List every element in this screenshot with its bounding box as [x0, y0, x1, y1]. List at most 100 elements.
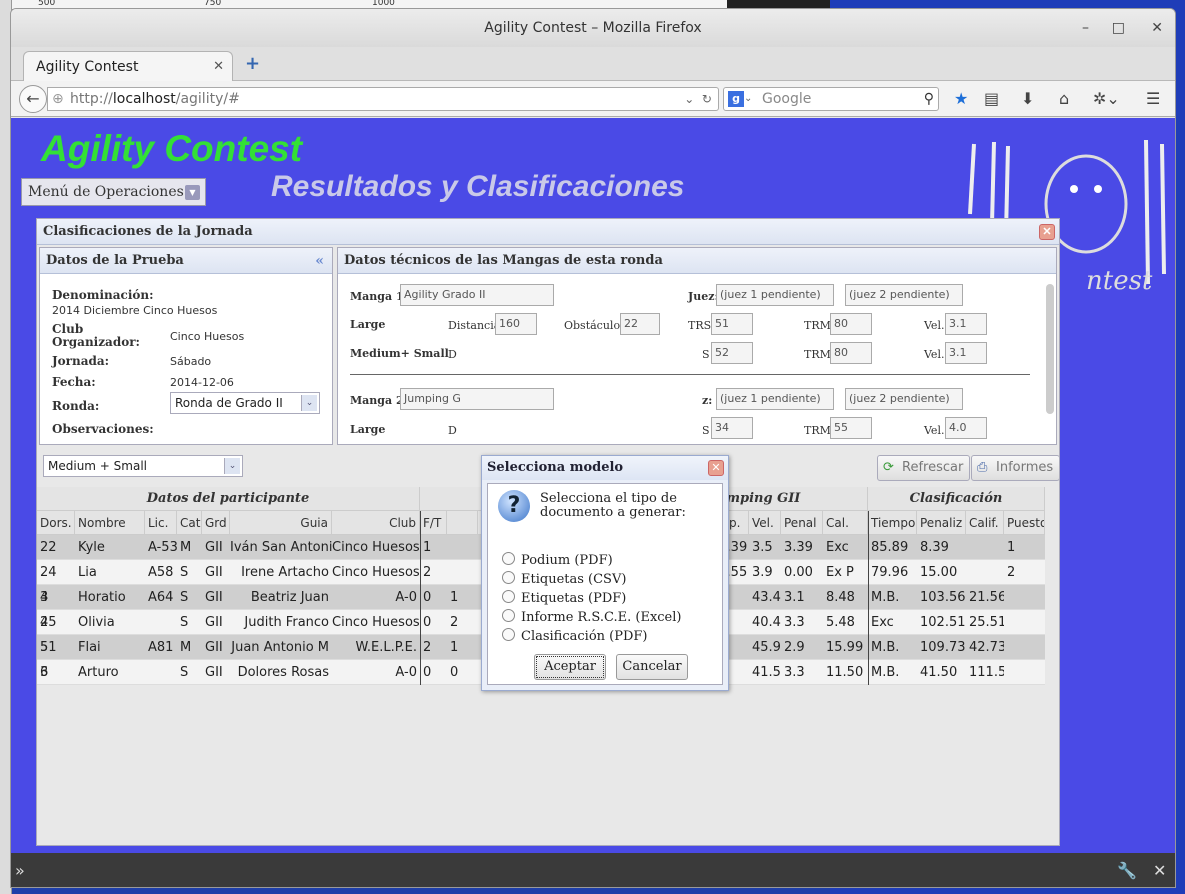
column-header[interactable]: Cat.: [177, 511, 202, 535]
url-path: /agility/#: [175, 91, 240, 107]
search-input[interactable]: g ⌄ Google ⚲: [723, 87, 939, 111]
table-cell: Exc: [826, 540, 849, 555]
trm-field-2[interactable]: 55: [830, 417, 872, 439]
table-cell: A-53: [148, 540, 177, 555]
console-prompt-icon[interactable]: »: [15, 861, 25, 880]
panel-close-icon[interactable]: ✕: [1039, 224, 1055, 240]
column-header[interactable]: Club: [332, 511, 420, 535]
column-header[interactable]: Tiempo: [868, 511, 917, 535]
juez1-field[interactable]: (juez 1 pendiente): [716, 388, 834, 410]
column-header[interactable]: Cal.: [823, 511, 868, 535]
trs-field-2[interactable]: 34: [711, 417, 753, 439]
maximize-button[interactable]: □: [1112, 9, 1125, 47]
table-cell: 6: [40, 665, 49, 680]
table-cell: GII: [205, 665, 223, 680]
bookmark-star-icon[interactable]: ★: [954, 89, 968, 108]
table-cell: [447, 560, 478, 585]
option-etiquetas-pdf[interactable]: Etiquetas (PDF): [502, 590, 626, 606]
table-cell: 2.9: [784, 640, 805, 655]
juez2-field[interactable]: (juez 2 pendiente): [845, 388, 963, 410]
column-header[interactable]: Grd: [202, 511, 230, 535]
column-header[interactable]: F/T: [420, 511, 447, 535]
operations-menu-button[interactable]: Menú de Operaciones ▼: [21, 178, 206, 206]
column-header[interactable]: Calif.: [966, 511, 1004, 535]
column-header[interactable]: Penal: [781, 511, 823, 535]
table-cell: [145, 610, 177, 635]
vel-field-2[interactable]: 4.0: [945, 417, 987, 439]
download-icon[interactable]: ⬇: [1021, 89, 1034, 108]
obstaculos-field[interactable]: 22: [620, 313, 660, 335]
vel-field[interactable]: 3.1: [945, 313, 987, 335]
reports-button[interactable]: ⎙ Informes: [971, 455, 1061, 481]
menu-icon[interactable]: ☰: [1146, 89, 1160, 108]
manga2-field[interactable]: Jumping G: [400, 388, 554, 410]
url-host: localhost: [112, 91, 176, 107]
search-icon[interactable]: ⚲: [924, 88, 934, 110]
column-header[interactable]: Guia: [230, 511, 332, 535]
collapse-icon[interactable]: «: [315, 248, 324, 274]
radio-button[interactable]: [502, 590, 515, 603]
table-cell: GII: [205, 565, 223, 580]
cancel-button[interactable]: Cancelar: [616, 654, 688, 680]
option-informe-rsce[interactable]: Informe R.S.C.E. (Excel): [502, 609, 681, 625]
column-header[interactable]: Puesto: [1004, 511, 1045, 535]
trs-field[interactable]: 51: [711, 313, 753, 335]
close-toolbar-icon[interactable]: ✕: [1153, 861, 1166, 880]
tab-agility-contest[interactable]: Agility Contest ✕: [23, 51, 233, 82]
url-prefix: http://: [70, 91, 113, 107]
vel-ms-field[interactable]: 3.1: [945, 342, 987, 364]
minimize-button[interactable]: –: [1082, 9, 1089, 47]
ronda-select[interactable]: Ronda de Grado II ⌄: [170, 392, 320, 414]
juez2-field[interactable]: (juez 2 pendiente): [845, 284, 963, 306]
table-cell: 103.56: [920, 590, 966, 605]
trm-ms-field[interactable]: 80: [830, 342, 872, 364]
home-icon[interactable]: ⌂: [1059, 89, 1069, 108]
juez1-field[interactable]: (juez 1 pendiente): [716, 284, 834, 306]
trm-field[interactable]: 80: [830, 313, 872, 335]
table-cell: 79.96: [871, 565, 909, 580]
column-header[interactable]: Dors.: [37, 511, 75, 535]
reload-icon[interactable]: ⌄ ↻: [684, 88, 712, 110]
table-cell: 3.3: [784, 615, 805, 630]
table-cell: 2: [423, 565, 432, 580]
tab-close-icon[interactable]: ✕: [213, 52, 224, 82]
trs-ms-field[interactable]: 52: [711, 342, 753, 364]
url-bar[interactable]: ⊕ http://localhost/agility/# ⌄ ↻: [47, 87, 719, 111]
table-cell: W.E.L.P.E.: [355, 640, 417, 655]
new-tab-button[interactable]: +: [245, 53, 260, 74]
wrench-icon[interactable]: 🔧: [1117, 861, 1137, 880]
column-header[interactable]: Vel.: [749, 511, 781, 535]
dialog-close-icon[interactable]: ✕: [708, 460, 724, 476]
close-window-button[interactable]: ✕: [1151, 9, 1163, 47]
radio-button[interactable]: [502, 609, 515, 622]
scrollbar[interactable]: [1046, 284, 1054, 414]
option-podium-pdf[interactable]: Podium (PDF): [502, 552, 613, 568]
column-header[interactable]: [447, 511, 478, 535]
denominacion-value: 2014 Diciembre Cinco Huesos: [52, 304, 218, 317]
table-cell: Kyle: [78, 540, 105, 555]
table-cell: 2: [423, 640, 432, 655]
reading-list-icon[interactable]: ▤: [984, 89, 999, 108]
ruler-mark: 1000: [372, 0, 395, 8]
distancia-field[interactable]: 160: [495, 313, 537, 335]
addon-icon[interactable]: ✲⌄: [1093, 89, 1120, 108]
refresh-button[interactable]: ⟳ Refrescar: [877, 455, 971, 481]
manga1-field[interactable]: Agility Grado II: [400, 284, 554, 306]
column-header[interactable]: Lic.: [145, 511, 177, 535]
column-header[interactable]: Penaliz: [917, 511, 966, 535]
table-cell: A81: [148, 640, 174, 655]
radio-button[interactable]: [502, 628, 515, 641]
option-label: Clasificación (PDF): [521, 629, 648, 644]
table-cell: Beatriz Juan: [250, 590, 329, 605]
radio-button[interactable]: [502, 571, 515, 584]
panel-title: Clasificaciones de la Jornada: [43, 224, 253, 239]
table-cell: 3: [40, 590, 49, 605]
table-cell: 5: [40, 640, 49, 655]
radio-button[interactable]: [502, 552, 515, 565]
back-button[interactable]: ←: [19, 85, 47, 113]
accept-button[interactable]: Aceptar: [534, 654, 606, 680]
option-etiquetas-csv[interactable]: Etiquetas (CSV): [502, 571, 626, 587]
category-select[interactable]: Medium + Small ⌄: [43, 455, 243, 477]
option-clasificacion-pdf[interactable]: Clasificación (PDF): [502, 628, 648, 644]
column-header[interactable]: Nombre: [75, 511, 145, 535]
